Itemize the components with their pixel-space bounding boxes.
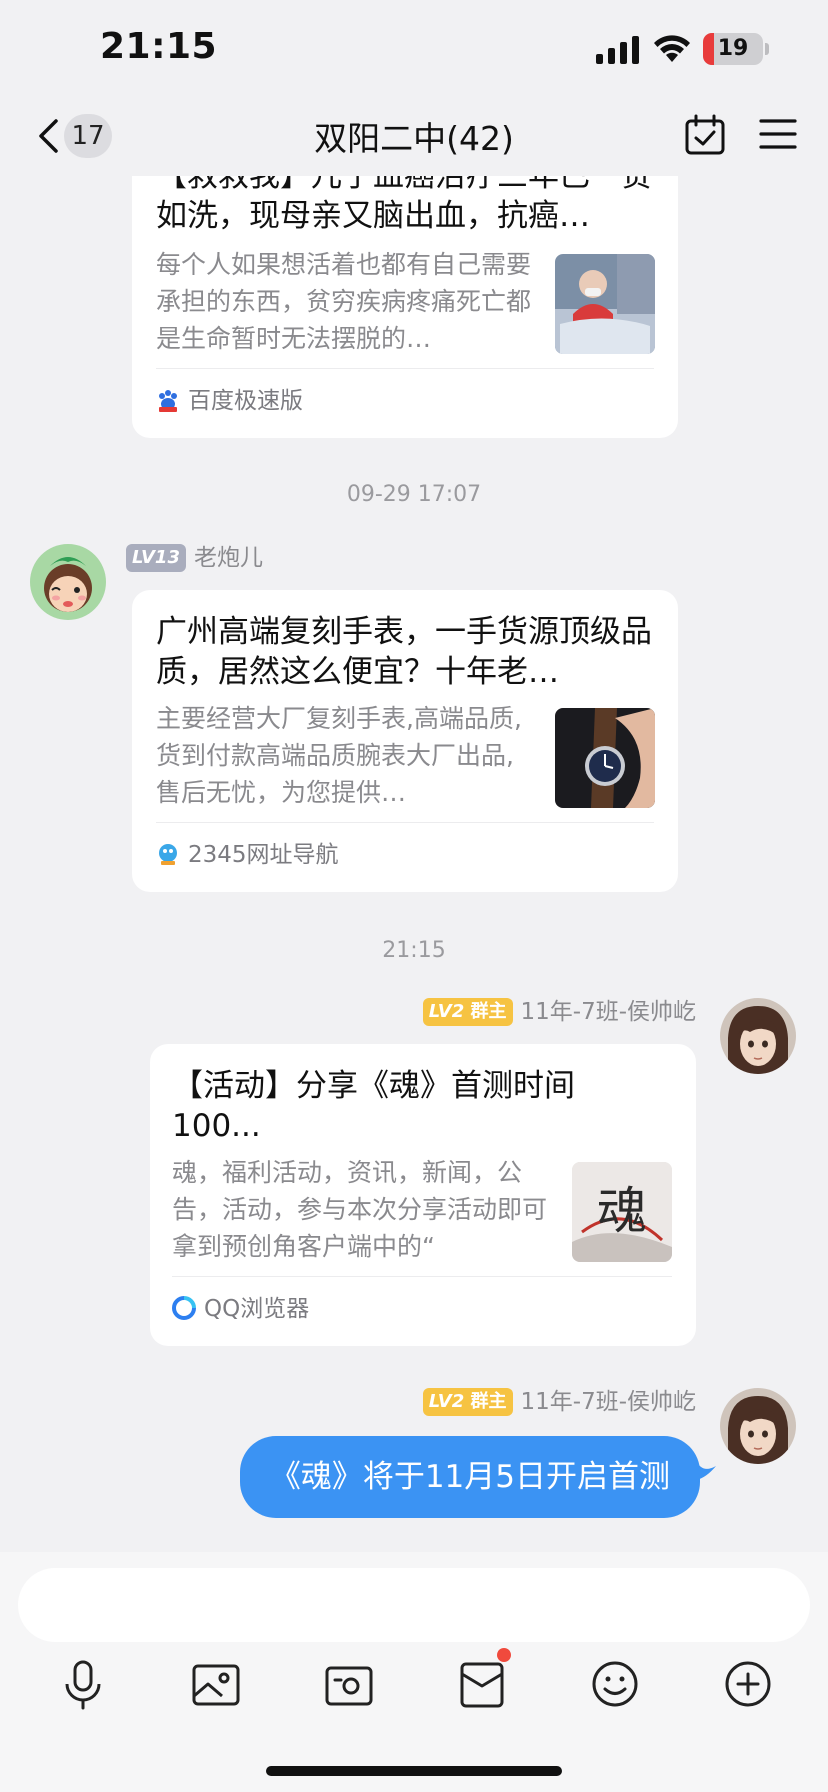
qq-group-chat-screen: 21:15 19 17 双阳二中(42) 【救救我】儿子血癌治疗三年已一贫如洗，… (0, 0, 828, 1792)
sender-name[interactable]: 老炮儿 (194, 545, 263, 571)
emoji-icon[interactable] (587, 1656, 643, 1712)
card-title: 广州高端复刻手表，一手货源顶级品质，居然这么便宜？十年老… (156, 614, 652, 690)
timestamp: 21:15 (382, 938, 446, 963)
sender-info: LV13 老炮儿 (126, 542, 263, 572)
avatar[interactable] (30, 544, 106, 620)
baidu-paw-icon (159, 390, 177, 412)
avatar[interactable] (720, 998, 796, 1074)
red-packet-icon[interactable] (454, 1656, 510, 1712)
2345-browser-icon (159, 844, 177, 865)
card-divider (172, 1276, 672, 1277)
avatar[interactable] (720, 1388, 796, 1464)
chat-message-list[interactable]: 【救救我】儿子血癌治疗三年已一贫如洗，现母亲又脑出血，抗癌… 每个人如果想活着也… (0, 176, 828, 1552)
nav-bar: 17 双阳二中(42) (0, 100, 828, 176)
timestamp: 09-29 17:07 (346, 482, 482, 507)
battery-level: 19 (717, 36, 749, 61)
level-badge: LV13 (126, 543, 186, 572)
card-source: 2345网址导航 (156, 840, 339, 870)
card-source-label: 百度极速版 (188, 388, 303, 414)
hospital-child-photo (555, 254, 655, 354)
owner-role-label: 群主 (470, 1000, 507, 1022)
card-divider (156, 822, 654, 823)
cellular-signal-icon (596, 36, 639, 64)
card-title: 【救救我】儿子血癌治疗三年已一贫如洗，现母亲又脑出血，抗癌… (156, 176, 652, 234)
card-thumbnail (555, 708, 655, 808)
page-title: 双阳二中(42) (314, 119, 514, 158)
share-card[interactable]: 【活动】分享《魂》首测时间100... 魂，福利活动，资讯，新闻，公告，活动，参… (150, 1044, 696, 1346)
card-description: 主要经营大厂复刻手表,高端品质,货到付款高端品质腕表大厂出品,售后无忧，为您提供… (156, 704, 522, 807)
back-chevron-icon (39, 119, 58, 153)
status-bar: 21:15 19 (0, 0, 828, 100)
owner-role-label: 群主 (470, 1390, 507, 1412)
battery-icon: 19 (703, 33, 763, 65)
sender-name[interactable]: 11年-7班-侯帅屹 (521, 999, 697, 1025)
sender-info: LV2 群主 11年-7班-侯帅屹 (422, 1386, 697, 1416)
notification-dot (497, 1648, 511, 1662)
battery-cap (765, 43, 769, 55)
anime-boy-avatar-icon (720, 1388, 796, 1464)
card-source-label: QQ浏览器 (204, 1296, 310, 1322)
share-card[interactable]: 广州高端复刻手表，一手货源顶级品质，居然这么便宜？十年老… 主要经营大厂复刻手表… (132, 590, 678, 892)
status-time: 21:15 (100, 26, 218, 67)
qq-browser-icon (172, 1296, 196, 1320)
card-divider (156, 368, 654, 369)
level-label: LV2 (428, 1000, 465, 1022)
card-description: 每个人如果想活着也都有自己需要承担的东西，贫穷疾病疼痛死亡都是生命暂时无法摆脱的… (156, 250, 532, 353)
message-input[interactable] (18, 1568, 810, 1642)
level-badge: LV2 群主 (422, 1387, 513, 1416)
level-badge: LV2 群主 (422, 997, 513, 1026)
level-label: LV2 (428, 1390, 465, 1412)
calendar-check-icon[interactable] (684, 114, 726, 156)
wifi-icon (654, 35, 690, 62)
plus-icon[interactable] (720, 1656, 776, 1712)
card-source-label: 2345网址导航 (188, 842, 339, 868)
input-area (0, 1552, 828, 1792)
message-bubble[interactable]: 《魂》将于11月5日开启首测 (239, 1436, 700, 1518)
image-icon[interactable] (188, 1656, 244, 1712)
sender-info: LV2 群主 11年-7班-侯帅屹 (422, 996, 697, 1026)
game-logo-thumbnail: 魂 (572, 1162, 672, 1262)
home-indicator[interactable] (266, 1766, 562, 1776)
menu-icon[interactable] (758, 116, 798, 152)
microphone-icon[interactable] (55, 1656, 111, 1712)
camera-icon[interactable] (321, 1656, 377, 1712)
cartoon-boy-avatar-icon (30, 544, 106, 620)
share-card[interactable]: 【救救我】儿子血癌治疗三年已一贫如洗，现母亲又脑出血，抗癌… 每个人如果想活着也… (132, 176, 678, 438)
unread-count-badge: 17 (64, 114, 112, 158)
wristwatch-photo (555, 708, 655, 808)
card-thumbnail (555, 254, 655, 354)
anime-boy-avatar-icon (720, 998, 796, 1074)
bubble-tail (696, 1460, 716, 1480)
sender-name[interactable]: 11年-7班-侯帅屹 (521, 1389, 697, 1415)
card-description: 魂，福利活动，资讯，新闻，公告，活动，参与本次分享活动即可拿到预创角客户端中的“ (172, 1158, 548, 1261)
card-source: QQ浏览器 (172, 1294, 309, 1324)
card-source: 百度极速版 (156, 386, 303, 416)
card-title: 【活动】分享《魂》首测时间100... (172, 1068, 575, 1144)
back-button[interactable]: 17 (30, 108, 120, 164)
game-glyph: 魂 (597, 1182, 647, 1240)
card-thumbnail: 魂 (572, 1162, 672, 1262)
